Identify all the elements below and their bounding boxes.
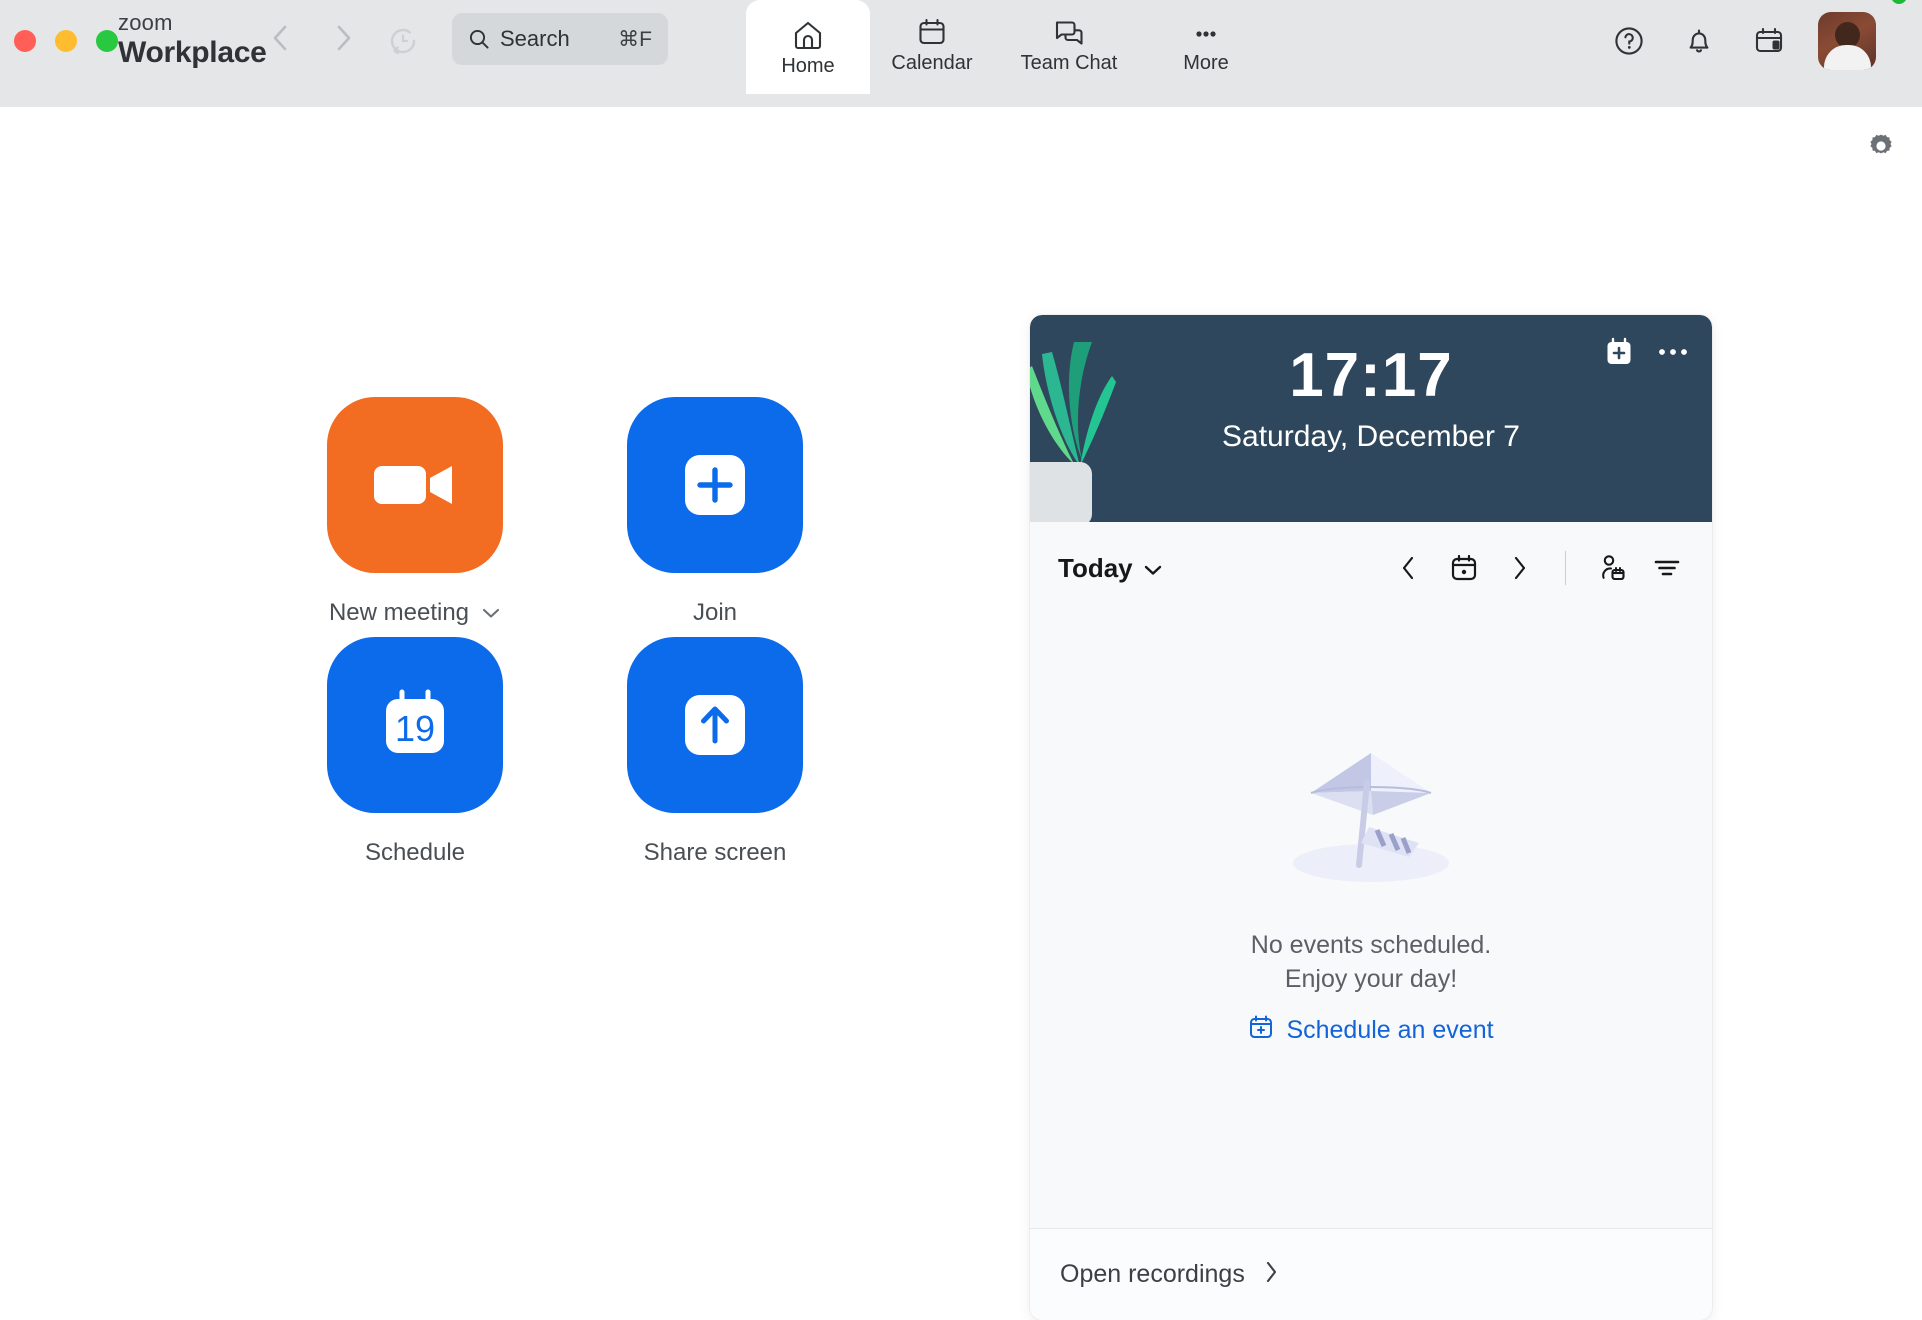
schedule-label-row: Schedule [365,839,465,867]
schedule-event-link[interactable]: Schedule an event [1248,1014,1493,1047]
chevron-down-icon[interactable] [481,599,501,627]
join-label: Join [693,599,737,627]
share-screen-label-row: Share screen [644,839,787,867]
calendar-empty-state: No events scheduled. Enjoy your day! Sch… [1030,614,1712,1228]
toolbar-divider [1565,551,1566,585]
calendar-toolbar: Today [1030,522,1712,614]
main-content: New meeting Join 1 [0,107,1922,1228]
tab-team-chat-label: Team Chat [1021,52,1118,75]
app-brand: zoom Workplace [118,12,266,68]
title-bar: zoom Workplace Search ⌘F Home [0,0,1922,107]
minimize-window-button[interactable] [55,30,77,52]
tab-more-label: More [1183,52,1229,75]
avatar-body [1824,45,1871,70]
calendar-toolbar-controls [1391,551,1684,585]
action-share-screen[interactable]: Share screen [565,637,865,877]
brand-workplace-text: Workplace [118,38,266,68]
help-button[interactable] [1608,20,1650,62]
open-recordings-label: Open recordings [1060,1260,1245,1289]
titlebar-actions [1608,12,1904,70]
clock-display: 17:17 Saturday, December 7 [1030,343,1712,454]
tab-calendar[interactable]: Calendar [870,0,994,88]
plus-square-icon [671,441,759,529]
home-icon [791,17,825,51]
clock-banner: 17:17 Saturday, December 7 [1030,315,1712,522]
person-calendar-icon[interactable] [1594,551,1628,585]
calendar-panel: 17:17 Saturday, December 7 Today [1030,315,1712,1320]
schedule-label: Schedule [365,839,465,867]
tab-team-chat[interactable]: Team Chat [994,0,1144,88]
chevron-right-icon [1263,1260,1279,1289]
clock-date: Saturday, December 7 [1030,420,1712,454]
main-tabs: Home Calendar Team Chat More [746,0,1268,100]
ellipsis-icon [1189,14,1223,48]
user-avatar[interactable] [1818,12,1876,70]
empty-state-line2: Enjoy your day! [1285,963,1457,997]
zoom-window-button[interactable] [96,30,118,52]
schedule-tile[interactable]: 19 [327,637,503,813]
back-button[interactable] [262,20,298,56]
empty-state-line1: No events scheduled. [1251,929,1491,963]
forward-button[interactable] [326,20,362,56]
filter-icon[interactable] [1650,551,1684,585]
prev-day-button[interactable] [1391,551,1425,585]
search-shortcut-label: ⌘F [618,27,652,52]
chat-bubbles-icon [1052,14,1086,48]
calendar-sidebar-button[interactable] [1748,20,1790,62]
search-icon [468,28,490,50]
chevron-down-icon [1143,553,1163,584]
schedule-event-link-label: Schedule an event [1286,1016,1493,1045]
search-bar[interactable]: Search ⌘F [452,13,668,65]
quick-actions-grid: New meeting Join 1 [265,397,865,877]
calendar-dot-icon[interactable] [1447,551,1481,585]
share-screen-label: Share screen [644,839,787,867]
action-new-meeting[interactable]: New meeting [265,397,565,637]
new-meeting-tile[interactable] [327,397,503,573]
tab-home-label: Home [781,55,834,78]
beach-umbrella-illustration [1251,715,1491,895]
notifications-button[interactable] [1678,20,1720,62]
next-day-button[interactable] [1503,551,1537,585]
share-arrow-up-icon [671,681,759,769]
gear-icon[interactable] [1864,129,1898,163]
video-camera-icon [368,452,462,518]
clock-time: 17:17 [1030,343,1712,408]
navigation-arrows [262,20,362,56]
open-recordings-button[interactable]: Open recordings [1030,1228,1712,1320]
join-tile[interactable] [627,397,803,573]
new-meeting-label: New meeting [329,599,469,627]
tab-home[interactable]: Home [746,0,870,94]
tab-more[interactable]: More [1144,0,1268,88]
window-traffic-lights [14,30,118,52]
date-range-label: Today [1058,553,1133,584]
calendar-icon [916,14,948,48]
date-range-selector[interactable]: Today [1058,553,1163,584]
action-schedule[interactable]: 19 Schedule [265,637,565,877]
tab-calendar-label: Calendar [891,52,972,75]
history-clock-icon[interactable] [384,22,422,60]
share-screen-tile[interactable] [627,637,803,813]
presence-status-dot [1888,0,1910,7]
search-input[interactable]: Search [500,26,618,52]
svg-text:19: 19 [395,708,435,749]
action-join[interactable]: Join [565,397,865,637]
calendar-plus-small-icon [1248,1014,1274,1047]
new-meeting-label-row: New meeting [329,599,501,627]
join-label-row: Join [693,599,737,627]
calendar-19-icon: 19 [369,679,461,771]
brand-zoom-text: zoom [118,12,266,34]
close-window-button[interactable] [14,30,36,52]
